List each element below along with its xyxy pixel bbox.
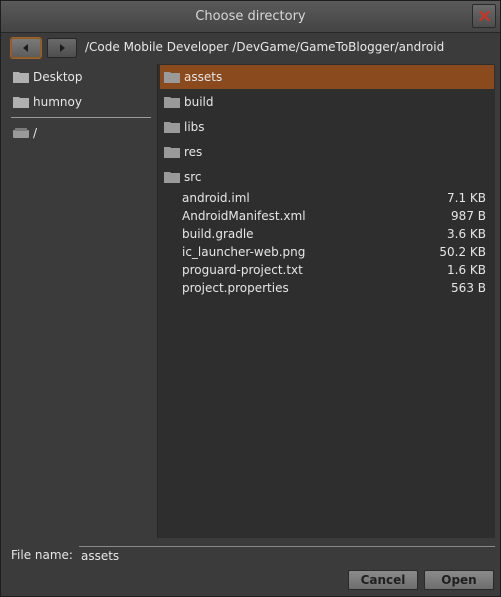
path-bar: /Code Mobile Developer /DevGame/GameToBl… bbox=[9, 37, 495, 61]
folder-row-build[interactable]: build bbox=[160, 90, 494, 114]
filename-row: File name: assets bbox=[11, 546, 495, 564]
folder-icon bbox=[164, 120, 180, 134]
file-name: AndroidManifest.xml bbox=[182, 209, 306, 223]
file-row-proguard-project[interactable]: proguard-project.txt 1.6 KB bbox=[160, 261, 494, 279]
folder-row-libs[interactable]: libs bbox=[160, 115, 494, 139]
folder-row-src[interactable]: src bbox=[160, 165, 494, 189]
dialog-title: Choose directory bbox=[195, 9, 306, 24]
close-icon bbox=[478, 10, 490, 22]
choose-directory-dialog: Choose directory /Code Mobile Developer … bbox=[0, 0, 501, 597]
file-row-ic-launcher-web[interactable]: ic_launcher-web.png 50.2 KB bbox=[160, 243, 494, 261]
file-row-build-gradle[interactable]: build.gradle 3.6 KB bbox=[160, 225, 494, 243]
folder-icon bbox=[13, 95, 29, 109]
folder-icon bbox=[164, 145, 180, 159]
file-size: 7.1 KB bbox=[447, 191, 486, 205]
file-size: 50.2 KB bbox=[439, 245, 486, 259]
folder-name: src bbox=[184, 170, 202, 184]
folder-icon bbox=[13, 70, 29, 84]
title-bar: Choose directory bbox=[1, 1, 500, 33]
sidebar-item-label: humnoy bbox=[33, 95, 82, 109]
file-row-android-iml[interactable]: android.iml 7.1 KB bbox=[160, 189, 494, 207]
file-size: 3.6 KB bbox=[447, 227, 486, 241]
file-name: android.iml bbox=[182, 191, 250, 205]
arrow-right-icon bbox=[60, 44, 65, 52]
sidebar-item-desktop[interactable]: Desktop bbox=[9, 66, 153, 88]
forward-button[interactable] bbox=[47, 38, 77, 58]
file-size: 563 B bbox=[451, 281, 486, 295]
sidebar-item-humnoy[interactable]: humnoy bbox=[9, 91, 153, 113]
folder-row-res[interactable]: res bbox=[160, 140, 494, 164]
folder-row-assets[interactable]: assets bbox=[160, 65, 494, 89]
drive-icon bbox=[13, 126, 29, 140]
places-sidebar: Desktop humnoy / bbox=[9, 64, 153, 538]
sidebar-item-label: Desktop bbox=[33, 70, 83, 84]
filename-label: File name: bbox=[11, 548, 73, 562]
close-button[interactable] bbox=[472, 4, 496, 28]
folder-icon bbox=[164, 70, 180, 84]
sidebar-divider bbox=[11, 117, 151, 118]
file-size: 1.6 KB bbox=[447, 263, 486, 277]
arrow-left-icon bbox=[23, 44, 28, 52]
folder-name: assets bbox=[184, 70, 223, 84]
folder-icon bbox=[164, 170, 180, 184]
sidebar-item-root[interactable]: / bbox=[9, 122, 153, 144]
file-name: build.gradle bbox=[182, 227, 254, 241]
open-button[interactable]: Open bbox=[424, 570, 494, 590]
folder-icon bbox=[164, 95, 180, 109]
file-name: proguard-project.txt bbox=[182, 263, 303, 277]
file-size: 987 B bbox=[451, 209, 486, 223]
file-row-android-manifest[interactable]: AndroidManifest.xml 987 B bbox=[160, 207, 494, 225]
file-name: project.properties bbox=[182, 281, 289, 295]
file-name: ic_launcher-web.png bbox=[182, 245, 306, 259]
file-list: assets build libs res src android.iml 7.… bbox=[157, 64, 495, 538]
file-row-project-properties[interactable]: project.properties 563 B bbox=[160, 279, 494, 297]
cancel-button[interactable]: Cancel bbox=[348, 570, 418, 590]
back-button[interactable] bbox=[11, 38, 41, 58]
sidebar-item-label: / bbox=[33, 126, 38, 140]
folder-name: res bbox=[184, 145, 203, 159]
filename-input[interactable]: assets bbox=[78, 546, 495, 564]
folder-name: build bbox=[184, 95, 214, 109]
current-path: /Code Mobile Developer /DevGame/GameToBl… bbox=[85, 40, 445, 54]
folder-name: libs bbox=[184, 120, 205, 134]
